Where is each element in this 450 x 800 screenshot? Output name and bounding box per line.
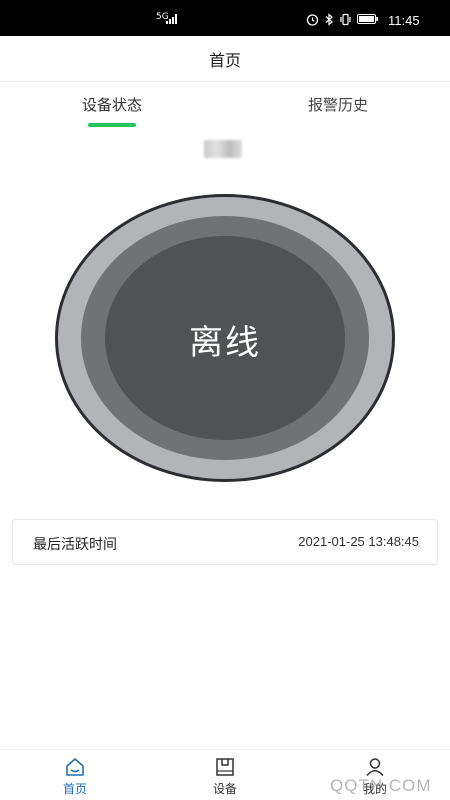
tab-device-status[interactable]: 设备状态: [52, 94, 172, 115]
status-time: 11:45: [388, 13, 420, 28]
alarm-icon: [306, 13, 319, 26]
nav-label-home: 首页: [62, 782, 87, 796]
tab-bar: 设备状态 报警历史: [0, 82, 450, 132]
status-icons: [306, 12, 379, 26]
bluetooth-icon: [325, 12, 333, 26]
nav-label-device: 设备: [212, 782, 237, 796]
last-active-label: 最后活跃时间: [33, 537, 117, 553]
last-active-value: 2021-01-25 13:48:45: [298, 534, 419, 549]
last-active-card: 最后活跃时间 2021-01-25 13:48:45: [12, 519, 438, 565]
home-icon: [66, 758, 84, 776]
battery-icon: [357, 14, 378, 24]
watermark: QQTN.COM: [330, 776, 432, 795]
signal-icon: [166, 14, 177, 24]
device-status-label: 离线: [189, 323, 261, 363]
device-status-dial: 离线: [54, 193, 396, 483]
nav-item-device[interactable]: 设备: [185, 756, 265, 797]
page-header: 首页: [0, 36, 450, 82]
device-name-redacted: [204, 140, 242, 158]
tab-alarm-history[interactable]: 报警历史: [278, 94, 398, 115]
user-icon: [366, 758, 384, 777]
status-bar: 5G 11:45: [0, 0, 450, 36]
device-icon: [216, 758, 234, 776]
nav-item-home[interactable]: 首页: [35, 756, 115, 797]
page-title: 首页: [208, 51, 241, 70]
vibrate-icon: [340, 13, 351, 25]
active-tab-indicator: [88, 123, 136, 127]
